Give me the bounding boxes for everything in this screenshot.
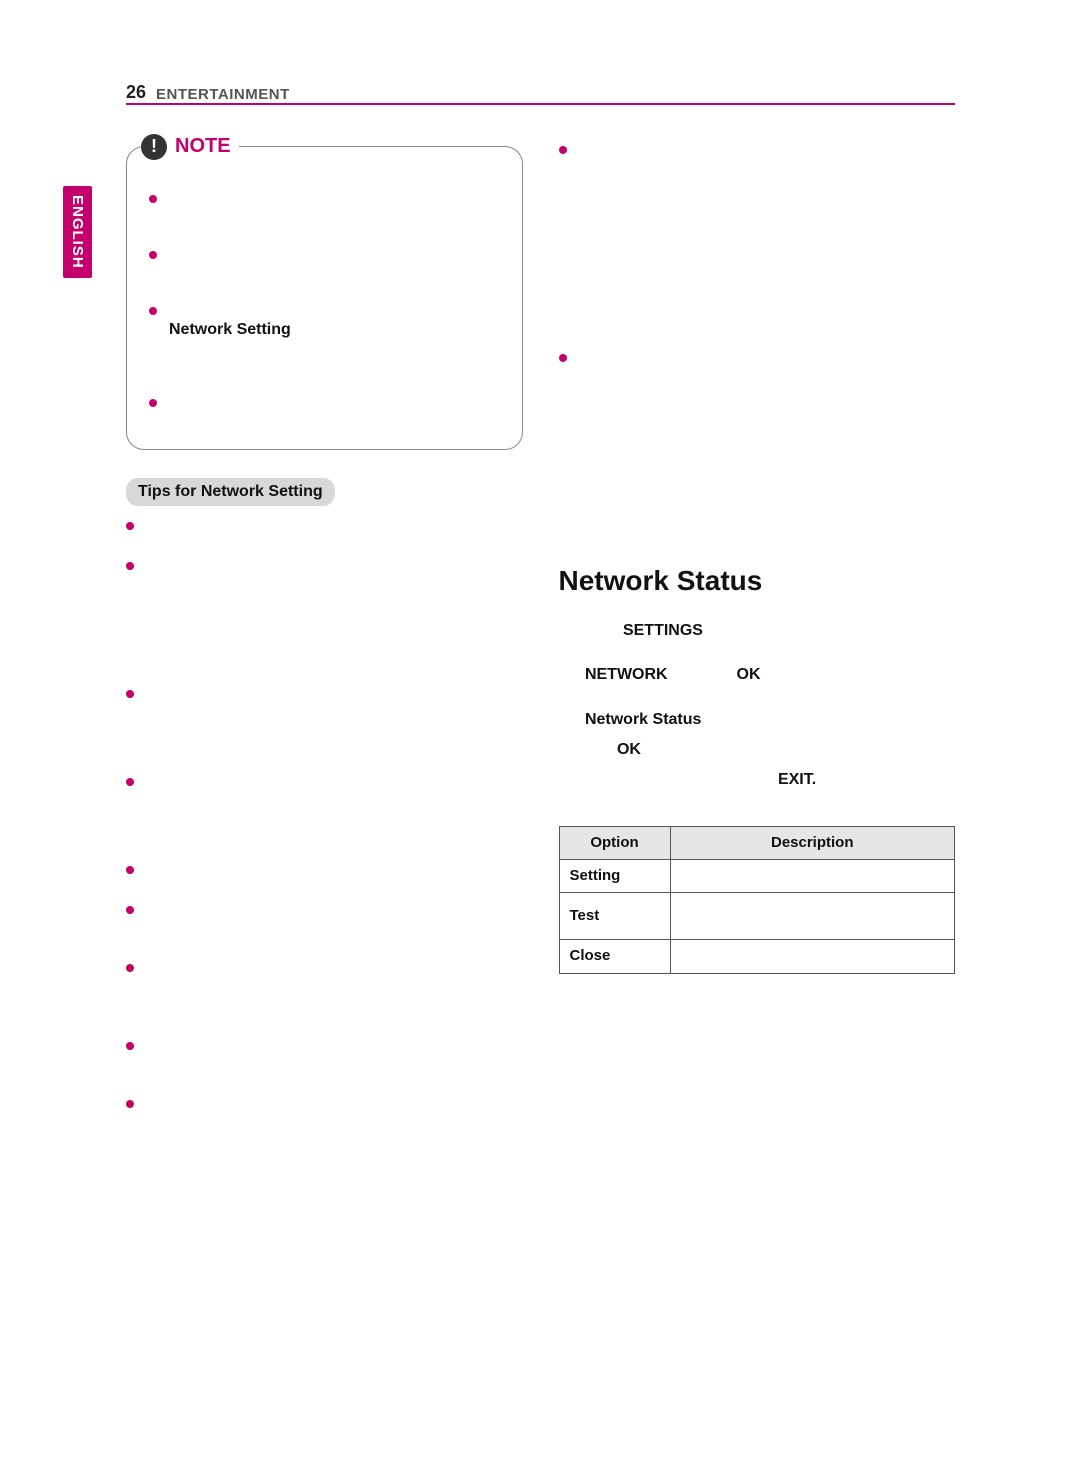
note-callout: ! NOTE Network Setting	[126, 146, 523, 450]
page-content: ! NOTE Network Setting	[126, 140, 955, 1381]
page-number: 26	[126, 82, 146, 103]
right-column: Network Status SETTINGS NETWORK OK	[559, 140, 956, 1172]
table-row: Setting	[559, 860, 955, 893]
option-name: Close	[559, 940, 670, 973]
left-column: ! NOTE Network Setting	[126, 140, 523, 1172]
note-item	[149, 189, 504, 211]
tip-item	[126, 556, 523, 666]
step: Network Status	[559, 705, 956, 735]
option-desc	[670, 893, 955, 940]
steps: SETTINGS NETWORK OK Network Status	[559, 616, 956, 796]
page-header: 26 ENTERTAINMENT	[126, 78, 955, 105]
options-table: Option Description Setting Test	[559, 826, 956, 974]
note-label: ! NOTE	[141, 133, 239, 160]
manual-page: ENGLISH 26 ENTERTAINMENT ! NOTE	[0, 0, 1080, 1481]
tip-item	[126, 1094, 523, 1154]
table-row: Close	[559, 940, 955, 973]
tip-item	[126, 772, 523, 842]
note-title: NOTE	[175, 133, 231, 160]
table-header-option: Option	[559, 826, 670, 859]
note-item: Network Setting	[149, 301, 504, 359]
tips-list	[126, 516, 523, 1154]
note-item	[149, 245, 504, 267]
option-desc	[670, 940, 955, 973]
tip-item	[126, 958, 523, 1018]
step: NETWORK OK	[559, 660, 956, 690]
table-header-description: Description	[670, 826, 955, 859]
right-top-list	[559, 140, 956, 538]
list-item	[559, 348, 956, 538]
bold-text: NETWORK	[585, 666, 668, 683]
bold-text: OK	[617, 741, 641, 758]
bold-text: SETTINGS	[623, 622, 703, 639]
tip-item	[126, 684, 523, 754]
option-name: Test	[559, 893, 670, 940]
language-tab: ENGLISH	[63, 186, 92, 278]
step: SETTINGS	[559, 616, 956, 646]
section-title: ENTERTAINMENT	[156, 86, 290, 103]
list-item	[559, 140, 956, 330]
tips-heading-pill: Tips for Network Setting	[126, 478, 335, 507]
info-icon: !	[141, 134, 167, 160]
note-item	[149, 393, 504, 415]
tip-item	[126, 1036, 523, 1076]
note-list: Network Setting	[149, 189, 504, 415]
tip-item	[126, 860, 523, 882]
bold-text: Network Status	[585, 711, 701, 728]
option-desc	[670, 860, 955, 893]
tip-item	[126, 900, 523, 940]
bold-text: OK	[737, 666, 761, 683]
tip-item	[126, 516, 523, 538]
table-row: Test	[559, 893, 955, 940]
step: EXIT.	[559, 765, 956, 795]
step: OK	[559, 735, 956, 765]
section-heading: Network Status	[559, 562, 956, 600]
option-name: Setting	[559, 860, 670, 893]
bold-text: EXIT.	[778, 771, 816, 788]
bold-text: Network Setting	[169, 321, 291, 338]
